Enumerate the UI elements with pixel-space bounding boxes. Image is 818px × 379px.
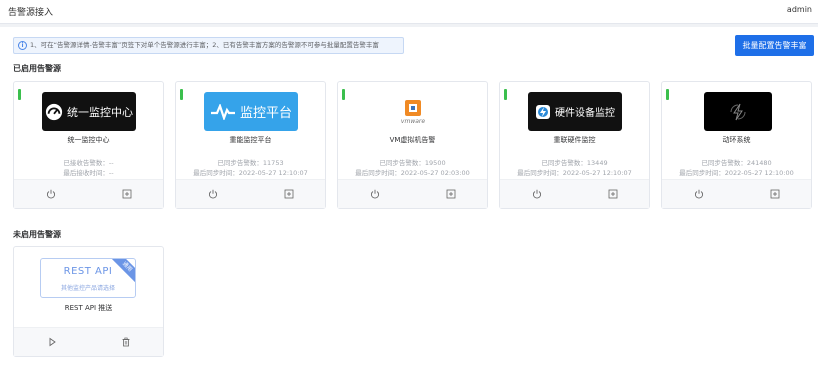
card-actions (176, 179, 325, 208)
add-square-icon (446, 189, 456, 199)
source-name: REST API 推送 (64, 304, 113, 312)
source-name: VM虚拟机告警 (389, 136, 436, 144)
add-square-icon (770, 189, 780, 199)
card-actions (662, 179, 811, 208)
batch-enrich-button[interactable]: 批量配置告警丰富 (735, 35, 814, 56)
last-time: 最后接收时间：-- (63, 169, 114, 177)
add-button[interactable] (768, 187, 782, 201)
alert-count: 已接收告警数：-- (63, 159, 114, 167)
power-icon (370, 189, 380, 199)
alert-count: 已同步告警数：19500 (379, 159, 446, 167)
active-indicator (504, 89, 507, 100)
last-time: 最后同步时间：2022-05-27 12:10:00 (679, 169, 794, 177)
source-card-hardware-monitor[interactable]: 硬件设备监控 重联硬件监控 已同步告警数：13449 最后同步时间：2022-0… (499, 81, 650, 209)
add-square-icon (122, 189, 132, 199)
add-button[interactable] (606, 187, 620, 201)
add-button[interactable] (444, 187, 458, 201)
pulse-icon (210, 103, 235, 120)
card-actions (14, 327, 163, 356)
power-button[interactable] (692, 187, 706, 201)
add-square-icon (284, 189, 294, 199)
last-time: 最后同步时间：2022-05-27 12:10:07 (193, 169, 308, 177)
source-logo: 统一监控中心 (42, 92, 136, 131)
rest-logo-subtitle: 其他监控产品请选择 (60, 285, 115, 292)
alert-count: 已同步告警数：13449 (541, 159, 608, 167)
source-name: 统一监控中心 (67, 136, 110, 144)
source-card-vm-alerts[interactable]: vmware VM虚拟机告警 已同步告警数：19500 最后同步时间：2022-… (337, 81, 488, 209)
notice-text: 1、可在“告警源详情-告警丰富”页签下对单个告警源进行丰富；2、已有告警丰富方案… (30, 41, 379, 49)
enabled-section-title: 已启用告警源 (13, 64, 61, 73)
active-indicator (342, 89, 345, 100)
lightning-icon (536, 104, 550, 119)
source-card-unified-monitor[interactable]: 统一监控中心 统一监控中心 已接收告警数：-- 最后接收时间：-- (13, 81, 164, 209)
add-square-icon (608, 189, 618, 199)
notice-bar: i 1、可在“告警源详情-告警丰富”页签下对单个告警源进行丰富；2、已有告警丰富… (13, 37, 404, 54)
alert-count: 已同步告警数：241480 (701, 159, 772, 167)
card-actions (338, 179, 487, 208)
bolt-logo-icon (730, 103, 746, 120)
active-indicator (666, 89, 669, 100)
add-button[interactable] (120, 187, 134, 201)
enable-button[interactable] (45, 335, 59, 349)
logo-text: 硬件设备监控 (555, 108, 615, 119)
active-indicator (18, 89, 21, 100)
vmware-icon (405, 100, 421, 116)
active-indicator (180, 89, 183, 100)
delete-button[interactable] (119, 335, 133, 349)
main-content: i 1、可在“告警源详情-告警丰富”页签下对单个告警源进行丰富；2、已有告警丰富… (0, 27, 818, 379)
card-actions (14, 179, 163, 208)
source-name: 动环系统 (722, 136, 751, 144)
source-name: 重联硬件监控 (553, 136, 596, 144)
source-logo: vmware (366, 92, 460, 131)
logo-text: 监控平台 (239, 106, 292, 121)
page-title: 告警源接入 (8, 8, 54, 18)
power-icon (694, 189, 704, 199)
source-card-power-env[interactable]: 动环系统 已同步告警数：241480 最后同步时间：2022-05-27 12:… (661, 81, 812, 209)
info-icon: i (18, 41, 27, 50)
top-bar: 告警源接入 admin (0, 0, 818, 24)
source-card-rest-api[interactable]: REST API 其他监控产品请选择 通用 REST API 推送 (13, 246, 164, 357)
source-name: 重能监控平台 (229, 136, 272, 144)
power-button[interactable] (206, 187, 220, 201)
logo-text: 统一监控中心 (67, 105, 133, 119)
power-button[interactable] (44, 187, 58, 201)
alert-count: 已同步告警数：11753 (217, 159, 284, 167)
play-icon (49, 337, 56, 347)
power-icon (46, 189, 56, 199)
card-actions (500, 179, 649, 208)
last-time: 最后同步时间：2022-05-27 02:03:00 (355, 169, 470, 177)
source-logo (704, 92, 772, 131)
power-button[interactable] (368, 187, 382, 201)
logo-text: vmware (400, 118, 426, 125)
source-logo: REST API 其他监控产品请选择 通用 (40, 258, 136, 298)
power-icon (532, 189, 542, 199)
add-button[interactable] (282, 187, 296, 201)
power-button[interactable] (530, 187, 544, 201)
trash-icon (122, 337, 130, 347)
source-card-monitor-platform[interactable]: 监控平台 重能监控平台 已同步告警数：11753 最后同步时间：2022-05-… (175, 81, 326, 209)
user-name[interactable]: admin (787, 5, 812, 14)
source-logo: 硬件设备监控 (528, 92, 622, 131)
power-icon (208, 189, 218, 199)
disabled-section-title: 未启用告警源 (13, 230, 61, 239)
source-logo: 监控平台 (204, 92, 298, 131)
last-time: 最后同步时间：2022-05-27 12:10:07 (517, 169, 632, 177)
speedometer-icon (45, 103, 63, 120)
